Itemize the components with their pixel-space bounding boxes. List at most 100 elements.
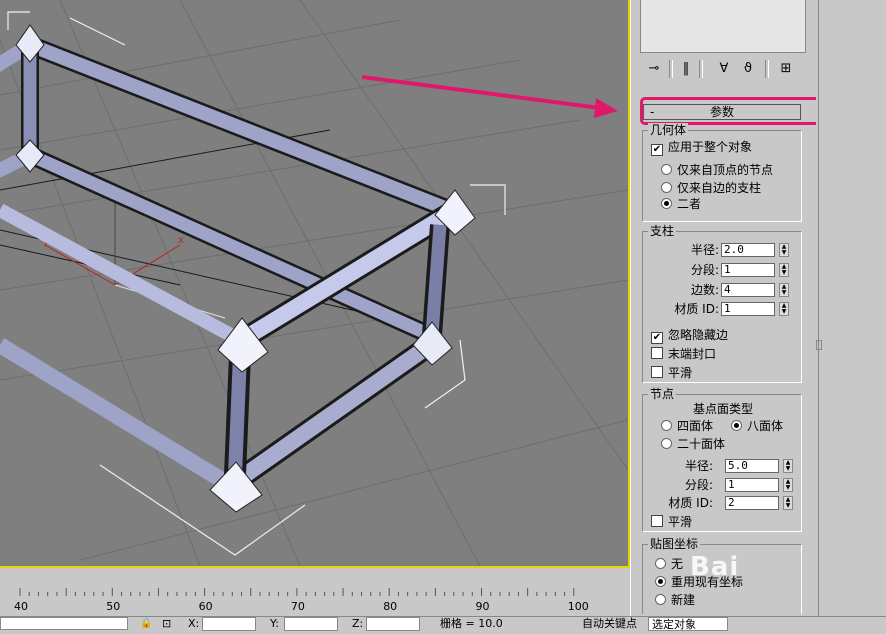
strut-segments-input[interactable]: 1	[721, 263, 775, 277]
radio-struts-only[interactable]: 仅来自边的支柱	[661, 181, 761, 195]
panel-scroll-strip[interactable]	[816, 0, 886, 616]
checkbox-icon: ✔	[651, 332, 663, 344]
joint-radius-input[interactable]: 5.0	[725, 459, 779, 473]
strut-sides-input[interactable]: 4	[721, 283, 775, 297]
strut-smooth-checkbox[interactable]: 平滑	[651, 366, 692, 380]
radio-label: 无	[671, 557, 684, 571]
x-coord-label: X:	[188, 617, 200, 630]
radio-label: 四面体	[677, 419, 714, 433]
radio-icosa[interactable]: 二十面体	[661, 437, 725, 451]
y-coord-field[interactable]	[284, 617, 338, 631]
checkbox-icon	[651, 366, 663, 378]
modifier-stack-toolbar: ⊸ ‖ ∀ ϑ ⊞	[637, 58, 807, 80]
strut-matid-label: 材质 ID:	[674, 302, 719, 316]
status-bar: 🔒 ⊡ X: Y: Z: 栅格 = 10.0 自动关键点 选定对象	[0, 616, 886, 631]
ruler-tick-label: 80	[383, 600, 398, 613]
pin-stack-icon[interactable]: ⊸	[645, 60, 663, 78]
viewport-scene: x y z	[0, 0, 628, 566]
annotation-highlight-box	[640, 97, 820, 125]
radio-label: 二十面体	[677, 437, 726, 451]
strut-radius-label: 半径:	[690, 243, 719, 257]
geometry-group-label: 几何体	[648, 123, 689, 137]
key-filter-select[interactable]: 选定对象	[648, 617, 728, 631]
radio-octa[interactable]: 八面体	[731, 419, 783, 433]
make-unique-icon[interactable]: ∀	[715, 60, 733, 78]
radio-label: 仅来自边的支柱	[677, 181, 762, 195]
radio-icon-selected	[661, 198, 672, 209]
ruler-tick-label: 40	[14, 600, 28, 613]
auto-key-button[interactable]: 自动关键点	[582, 617, 637, 631]
z-coord-field[interactable]	[366, 617, 420, 631]
panel-scroll-thumb[interactable]	[816, 340, 822, 350]
parameters-rollout-header[interactable]: - 参数	[640, 97, 820, 125]
ignore-hidden-label: 忽略隐藏边	[668, 328, 729, 342]
ignore-hidden-checkbox[interactable]: ✔ 忽略隐藏边	[651, 328, 728, 344]
ruler-tick-label: 50	[106, 600, 121, 613]
remove-modifier-icon[interactable]: ϑ	[739, 60, 757, 78]
strut-radius-input[interactable]: 2.0	[721, 243, 775, 257]
joint-smooth-checkbox[interactable]: 平滑	[651, 515, 692, 529]
timeline-ruler[interactable]: 40 50 60 70 80 90 100	[0, 570, 630, 616]
ruler-ticks	[19, 588, 575, 596]
checkbox-icon	[651, 347, 663, 359]
status-prompt-area	[0, 617, 130, 631]
radio-icon	[655, 594, 666, 605]
configure-sets-icon[interactable]: ⊞	[777, 60, 795, 78]
radio-icon-selected	[731, 420, 742, 431]
joint-matid-label: 材质 ID:	[668, 496, 713, 510]
axis-x-label: x	[178, 235, 184, 246]
toolbar-separator	[765, 60, 769, 78]
radio-label: 二者	[677, 197, 702, 211]
joint-radius-spinner[interactable]: ▲ ▼	[783, 459, 793, 473]
radio-map-new[interactable]: 新建	[655, 593, 695, 607]
panel-scroll-rail	[818, 0, 823, 616]
radio-tetra[interactable]: 四面体	[661, 419, 713, 433]
joint-smooth-label: 平滑	[668, 515, 693, 529]
checkbox-icon: ✔	[651, 144, 663, 156]
ruler-tick-label: 60	[198, 600, 213, 613]
grid-size-readout: 栅格 = 10.0	[440, 617, 503, 630]
end-caps-label: 末端封口	[668, 347, 717, 361]
checkbox-icon	[651, 515, 663, 527]
joints-group-label: 节点	[648, 387, 677, 401]
strut-sides-spinner[interactable]: ▲ ▼	[779, 283, 789, 297]
absolute-mode-icon[interactable]: ⊡	[162, 617, 176, 631]
strut-segments-spinner[interactable]: ▲ ▼	[779, 263, 789, 277]
lock-icon[interactable]: 🔒	[140, 617, 152, 631]
show-end-result-icon[interactable]: ‖	[677, 60, 695, 78]
perspective-viewport[interactable]: x y z	[0, 0, 630, 568]
x-coord-field[interactable]	[202, 617, 256, 631]
joint-matid-spinner[interactable]: ▲ ▼	[783, 496, 793, 510]
toolbar-separator	[669, 60, 673, 78]
struts-group: 支柱 半径: 2.0 ▲ ▼ 分段: 1 ▲ ▼ 边数: 4 ▲ ▼ 材质 ID: 1…	[642, 224, 802, 383]
ruler-tick-label: 70	[290, 600, 305, 613]
radio-label: 新建	[671, 593, 696, 607]
joints-group: 节点 基点面类型 四面体 八面体 二十面体 半径: 5.0 ▲ ▼ 分段: 1 ▲…	[642, 387, 802, 532]
base-type-label: 基点面类型	[693, 402, 754, 416]
watermark-logo: Bai	[690, 552, 740, 582]
command-panel: ⊸ ‖ ∀ ϑ ⊞ - 参数 几何体 ✔ 应用于整个对象 仅来自顶点的节点 仅来自…	[630, 0, 820, 616]
joint-radius-label: 半径:	[684, 459, 713, 473]
y-coord-label: Y:	[270, 617, 279, 630]
strut-smooth-label: 平滑	[668, 366, 693, 380]
joint-segments-spinner[interactable]: ▲ ▼	[783, 478, 793, 492]
mapping-group-label: 贴图坐标	[648, 537, 701, 551]
ruler-tick-label: 90	[475, 600, 490, 613]
joint-segments-label: 分段:	[684, 478, 713, 492]
radio-icon	[655, 558, 666, 569]
radio-map-none[interactable]: 无	[655, 557, 683, 571]
strut-radius-spinner[interactable]: ▲ ▼	[779, 243, 789, 257]
joint-matid-input[interactable]: 2	[725, 496, 779, 510]
strut-segments-label: 分段:	[690, 263, 719, 277]
apply-all-checkbox[interactable]: ✔ 应用于整个对象	[651, 140, 752, 156]
radio-icon	[661, 182, 672, 193]
strut-matid-spinner[interactable]: ▲ ▼	[779, 302, 789, 316]
radio-vertices-only[interactable]: 仅来自顶点的节点	[661, 163, 773, 177]
end-caps-checkbox[interactable]: 末端封口	[651, 347, 716, 361]
apply-all-label: 应用于整个对象	[668, 140, 753, 154]
radio-label: 仅来自顶点的节点	[677, 163, 774, 177]
strut-matid-input[interactable]: 1	[721, 302, 775, 316]
strut-sides-label: 边数:	[690, 283, 719, 297]
radio-both[interactable]: 二者	[661, 197, 701, 211]
joint-segments-input[interactable]: 1	[725, 478, 779, 492]
